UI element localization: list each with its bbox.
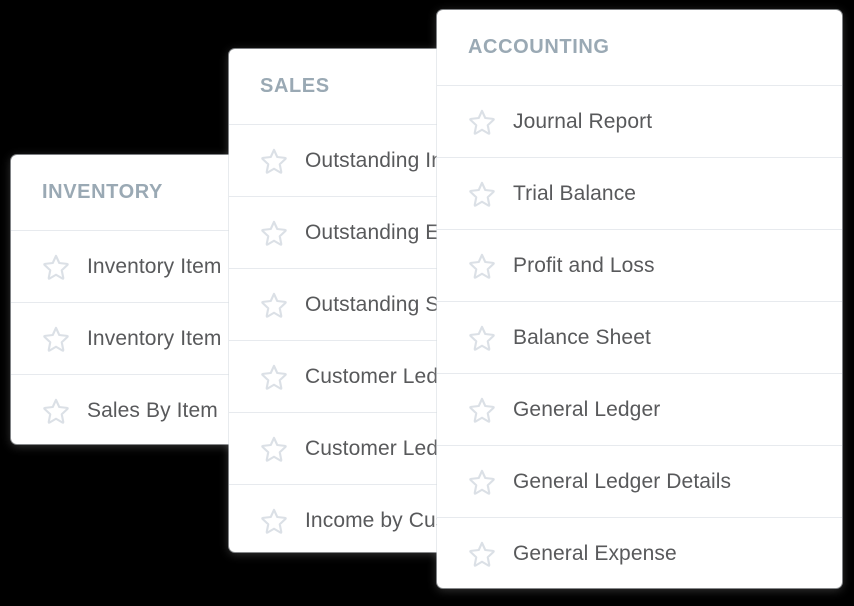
report-list-item-label: Profit and Loss bbox=[513, 253, 655, 277]
report-list-item[interactable]: General Ledger bbox=[437, 374, 842, 446]
report-list-item-label: Balance Sheet bbox=[513, 325, 651, 349]
star-outline-icon[interactable] bbox=[259, 434, 289, 464]
report-list-item[interactable]: Balance Sheet bbox=[437, 302, 842, 374]
star-outline-icon[interactable] bbox=[259, 218, 289, 248]
panel-header-accounting: ACCOUNTING bbox=[437, 10, 842, 85]
star-outline-icon[interactable] bbox=[467, 395, 497, 425]
star-outline-icon[interactable] bbox=[259, 362, 289, 392]
star-outline-icon[interactable] bbox=[467, 467, 497, 497]
report-list-item-label: Trial Balance bbox=[513, 181, 637, 205]
report-list-item-label: General Ledger bbox=[513, 397, 661, 421]
report-list-accounting: Journal Report Trial Balance Profit and Lo… bbox=[437, 85, 842, 588]
report-list-item[interactable]: Trial Balance bbox=[437, 158, 842, 230]
report-list-item-label: General Expense bbox=[513, 542, 677, 565]
report-list-item[interactable]: General Ledger Details bbox=[437, 446, 842, 518]
star-outline-icon[interactable] bbox=[467, 323, 497, 353]
star-outline-icon[interactable] bbox=[467, 251, 497, 281]
report-list-item[interactable]: Journal Report bbox=[437, 86, 842, 158]
star-outline-icon[interactable] bbox=[467, 179, 497, 209]
report-list-item-label: General Ledger Details bbox=[513, 469, 732, 493]
star-outline-icon[interactable] bbox=[41, 324, 71, 354]
star-outline-icon[interactable] bbox=[259, 146, 289, 176]
report-list-item[interactable]: Profit and Loss bbox=[437, 230, 842, 302]
star-outline-icon[interactable] bbox=[41, 252, 71, 282]
panel-accounting[interactable]: ACCOUNTING Journal Report Trial Balance Pr… bbox=[437, 10, 842, 588]
report-list-item-label: Journal Report bbox=[513, 109, 653, 133]
report-category-card-stack: INVENTORY Inventory Item Report Inventory… bbox=[0, 0, 854, 606]
report-list-item-label: Sales By Item bbox=[87, 399, 218, 422]
star-outline-icon[interactable] bbox=[467, 107, 497, 137]
star-outline-icon[interactable] bbox=[259, 506, 289, 536]
panel-title: ACCOUNTING bbox=[468, 36, 610, 58]
panel-title: SALES bbox=[260, 75, 330, 97]
star-outline-icon[interactable] bbox=[41, 396, 71, 426]
panel-title: INVENTORY bbox=[42, 181, 163, 203]
star-outline-icon[interactable] bbox=[467, 539, 497, 569]
star-outline-icon[interactable] bbox=[259, 290, 289, 320]
report-list-item[interactable]: General Expense bbox=[437, 518, 842, 588]
